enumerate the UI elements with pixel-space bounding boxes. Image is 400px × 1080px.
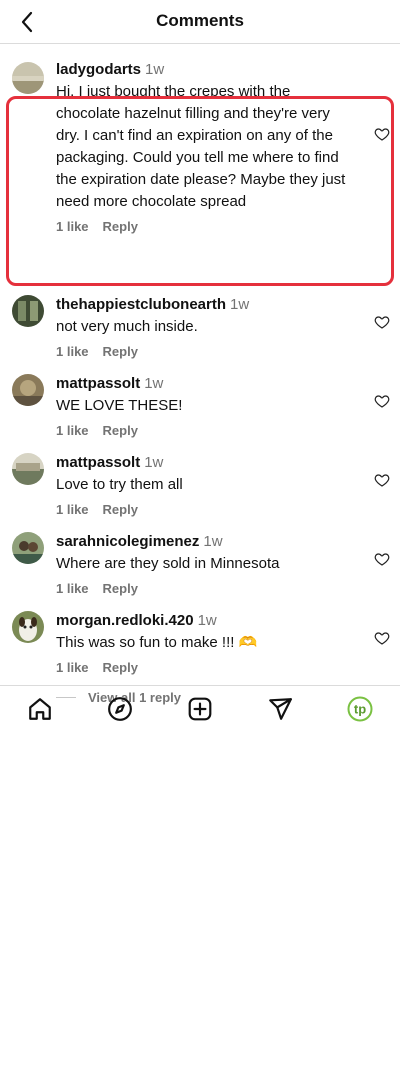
heart-icon[interactable] — [374, 314, 390, 330]
heart-icon[interactable] — [374, 393, 390, 409]
heart-icon[interactable] — [374, 126, 390, 142]
comment-actions: 1 like Reply — [56, 580, 356, 598]
nav-explore[interactable] — [100, 689, 140, 729]
reply-button[interactable]: Reply — [103, 344, 138, 359]
comment-actions: 1 like Reply — [56, 659, 356, 677]
comment-item: ladygodarts 1w Hi. I just bought the crep… — [0, 60, 400, 236]
comment-item: mattpassolt 1w WE LOVE THESE! 1 like Reply — [0, 374, 400, 440]
reply-button[interactable]: Reply — [103, 502, 138, 517]
profile-icon: tp — [347, 696, 373, 721]
avatar[interactable] — [12, 453, 44, 485]
avatar[interactable] — [12, 62, 44, 94]
comment-time: 1w — [230, 296, 250, 313]
like-count[interactable]: 1 like — [56, 502, 89, 517]
heart-icon[interactable] — [374, 551, 390, 567]
avatar[interactable] — [12, 532, 44, 564]
like-count[interactable]: 1 like — [56, 219, 89, 234]
heart-icon[interactable] — [374, 630, 390, 646]
nav-home[interactable] — [20, 689, 60, 729]
like-count[interactable]: 1 like — [56, 423, 89, 438]
comment-meta: ladygodarts 1w — [56, 60, 356, 80]
reply-button[interactable]: Reply — [103, 219, 138, 234]
explore-icon — [108, 696, 132, 721]
nav-direct[interactable] — [260, 689, 300, 729]
comment-actions: 1 like Reply — [56, 218, 356, 236]
comment-actions: 1 like Reply — [56, 501, 356, 519]
comment-text: Love to try them all — [56, 476, 183, 493]
avatar[interactable] — [12, 611, 44, 643]
home-icon — [29, 697, 51, 720]
nav-create[interactable] — [180, 689, 220, 729]
bottom-nav: tp — [0, 685, 400, 731]
comment-actions: 1 like Reply — [56, 343, 356, 361]
avatar[interactable] — [12, 374, 44, 406]
reply-button[interactable]: Reply — [103, 660, 138, 675]
comment-username[interactable]: thehappiestclubonearth — [56, 296, 226, 313]
comment-item: thehappiestclubonearth 1w not very much i… — [0, 295, 400, 361]
comment-text: WE LOVE THESE! — [56, 397, 183, 414]
comment-meta: thehappiestclubonearth 1w — [56, 295, 356, 315]
comment-text: This was so fun to make !!! 🫶 — [56, 634, 258, 651]
like-count[interactable]: 1 like — [56, 660, 89, 675]
comment-text: not very much inside. — [56, 318, 198, 335]
comment-meta: mattpassolt 1w — [56, 374, 356, 394]
reply-button[interactable]: Reply — [103, 423, 138, 438]
comment-username[interactable]: morgan.redloki.420 — [56, 612, 194, 629]
header: Comments — [0, 0, 400, 44]
create-icon — [188, 697, 212, 720]
comment-username[interactable]: mattpassolt — [56, 454, 140, 471]
comment-username[interactable]: ladygodarts — [56, 61, 141, 78]
comment-time: 1w — [203, 533, 223, 550]
comment-time: 1w — [144, 375, 164, 392]
comment-text: Where are they sold in Minnesota — [56, 555, 280, 572]
comment-time: 1w — [144, 454, 164, 471]
nav-profile[interactable]: tp — [340, 689, 380, 729]
comment-username[interactable]: mattpassolt — [56, 375, 140, 392]
comment-meta: mattpassolt 1w — [56, 453, 356, 473]
reply-button[interactable]: Reply — [103, 581, 138, 596]
comment-item: morgan.redloki.420 1w This was so fun to … — [0, 611, 400, 677]
like-count[interactable]: 1 like — [56, 344, 89, 359]
comment-actions: 1 like Reply — [56, 422, 356, 440]
avatar[interactable] — [12, 295, 44, 327]
send-icon — [269, 697, 292, 720]
profile-initials: tp — [354, 701, 366, 716]
comment-time: 1w — [145, 61, 165, 78]
comment-item: sarahnicolegimenez 1w Where are they sold… — [0, 532, 400, 598]
comment-item: mattpassolt 1w Love to try them all 1 lik… — [0, 453, 400, 519]
like-count[interactable]: 1 like — [56, 581, 89, 596]
comment-time: 1w — [197, 612, 217, 629]
comment-meta: morgan.redloki.420 1w — [56, 611, 356, 631]
comment-text: Hi. I just bought the crepes with the ch… — [56, 83, 346, 210]
heart-icon[interactable] — [374, 472, 390, 488]
comment-username[interactable]: sarahnicolegimenez — [56, 533, 199, 550]
comment-meta: sarahnicolegimenez 1w — [56, 532, 356, 552]
page-title: Comments — [156, 11, 244, 30]
